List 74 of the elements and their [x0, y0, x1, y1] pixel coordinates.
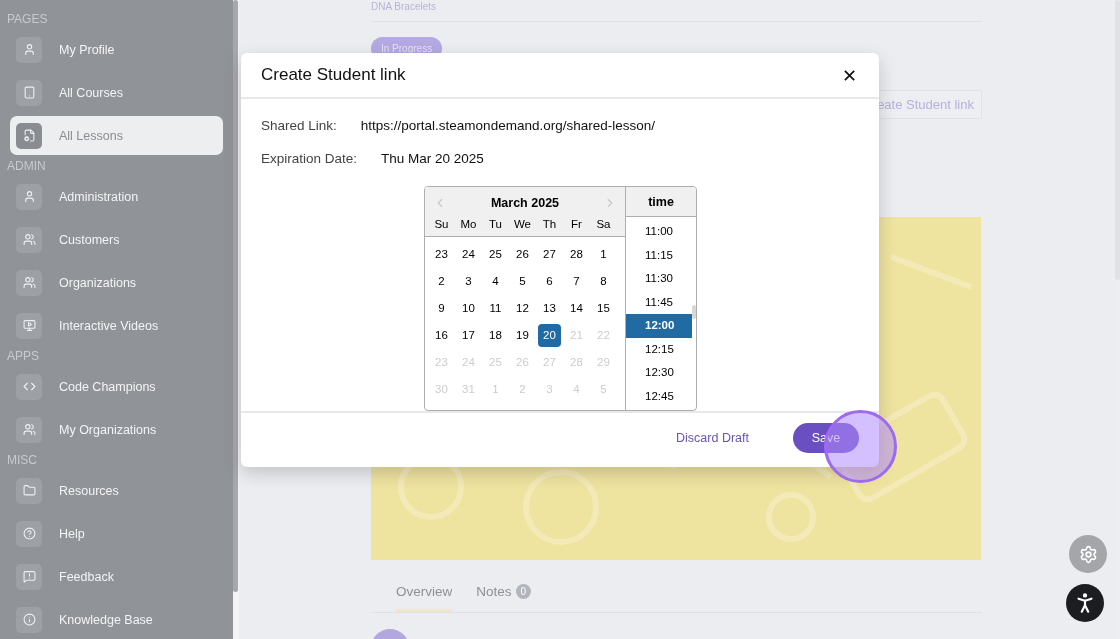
file-gear-icon — [16, 122, 42, 149]
field-value: https://portal.steamondemand.org/shared-lesson/ — [360, 118, 655, 133]
calendar-day[interactable]: 12 — [511, 297, 534, 320]
settings-button[interactable] — [1069, 535, 1107, 573]
calendar-day[interactable]: 10 — [457, 297, 480, 320]
time-option[interactable]: 11:45 — [626, 290, 692, 314]
dialog-title: Create Student link — [261, 65, 406, 85]
count-badge: 0 — [515, 584, 532, 599]
weekday-label: Th — [541, 217, 558, 232]
calendar-day[interactable]: 19 — [511, 324, 534, 347]
section-heading: MISC — [7, 452, 38, 469]
field-label: Shared Link: — [261, 118, 337, 133]
calendar-day[interactable]: 15 — [592, 297, 615, 320]
time-option[interactable]: 11:15 — [626, 243, 692, 267]
calendar-day[interactable]: 3 — [457, 270, 480, 293]
people-icon — [16, 269, 42, 296]
people-icon — [16, 416, 42, 443]
weekday-label: Sa — [595, 217, 612, 232]
calendar-day[interactable]: 18 — [484, 324, 507, 347]
weekday-label: Mo — [459, 217, 478, 232]
month-label: March 2025 — [490, 196, 560, 210]
time-option[interactable]: 12:00 — [626, 314, 692, 338]
calendar-day[interactable]: 9 — [430, 297, 453, 320]
calendar-day[interactable]: 7 — [565, 270, 588, 293]
calendar-day[interactable]: 5 — [511, 270, 534, 293]
calendar-day[interactable]: 13 — [538, 297, 561, 320]
person-icon — [16, 183, 42, 210]
calendar-day[interactable]: 6 — [538, 270, 561, 293]
field-label: Expiration Date: — [261, 151, 358, 166]
calendar-day[interactable]: 1 — [592, 243, 615, 266]
weekday-label: Su — [433, 217, 450, 232]
lesson-title: DNA Bracelets — [371, 1, 438, 13]
time-option[interactable]: 12:15 — [626, 337, 692, 361]
code-icon — [16, 373, 42, 400]
calendar-day[interactable]: 27 — [538, 243, 561, 266]
calendar-day[interactable]: 8 — [592, 270, 615, 293]
time-option[interactable]: 12:30 — [626, 361, 692, 385]
time-option[interactable]: 11:30 — [626, 267, 692, 291]
discard-draft-button[interactable]: Discard Draft — [670, 430, 755, 446]
calendar-day[interactable]: 28 — [565, 243, 588, 266]
gear-icon — [1078, 544, 1098, 564]
folder-icon — [16, 477, 42, 504]
calendar-day[interactable]: 14 — [565, 297, 588, 320]
time-heading: time — [626, 187, 696, 217]
calendar-day[interactable]: 26 — [511, 243, 534, 266]
person-icon — [16, 36, 42, 63]
weekday-label: We — [512, 217, 532, 232]
tablet-icon — [16, 79, 42, 106]
help-icon — [16, 520, 42, 547]
scrollbar-thumb[interactable] — [233, 0, 238, 592]
time-option[interactable]: 11:00 — [626, 220, 692, 244]
section-heading: ADMIN — [7, 158, 47, 175]
accessibility-button[interactable] — [1066, 584, 1104, 622]
video-icon — [16, 312, 42, 339]
close-button[interactable]: ✕ — [841, 64, 857, 86]
field-value: Thu Mar 20 2025 — [381, 151, 484, 166]
info-icon — [16, 606, 42, 633]
message-alert-icon — [16, 563, 42, 590]
calendar-day[interactable]: 23 — [430, 243, 453, 266]
section-heading: PAGES — [7, 11, 49, 28]
calendar-day[interactable]: 11 — [484, 297, 507, 320]
calendar-day[interactable]: 24 — [457, 243, 480, 266]
scrollbar-thumb[interactable] — [692, 305, 696, 319]
weekday-label: Fr — [570, 217, 583, 232]
section-heading: APPS — [7, 348, 40, 365]
calendar-day[interactable]: 20 — [538, 324, 561, 347]
time-option[interactable]: 12:45 — [626, 384, 692, 408]
calendar-day[interactable]: 17 — [457, 324, 480, 347]
calendar-day[interactable]: 16 — [430, 324, 453, 347]
people-icon — [16, 226, 42, 253]
calendar-day[interactable]: 2 — [430, 270, 453, 293]
weekday-label: Tu — [488, 217, 503, 232]
calendar-day[interactable]: 4 — [484, 270, 507, 293]
calendar-day[interactable]: 25 — [484, 243, 507, 266]
